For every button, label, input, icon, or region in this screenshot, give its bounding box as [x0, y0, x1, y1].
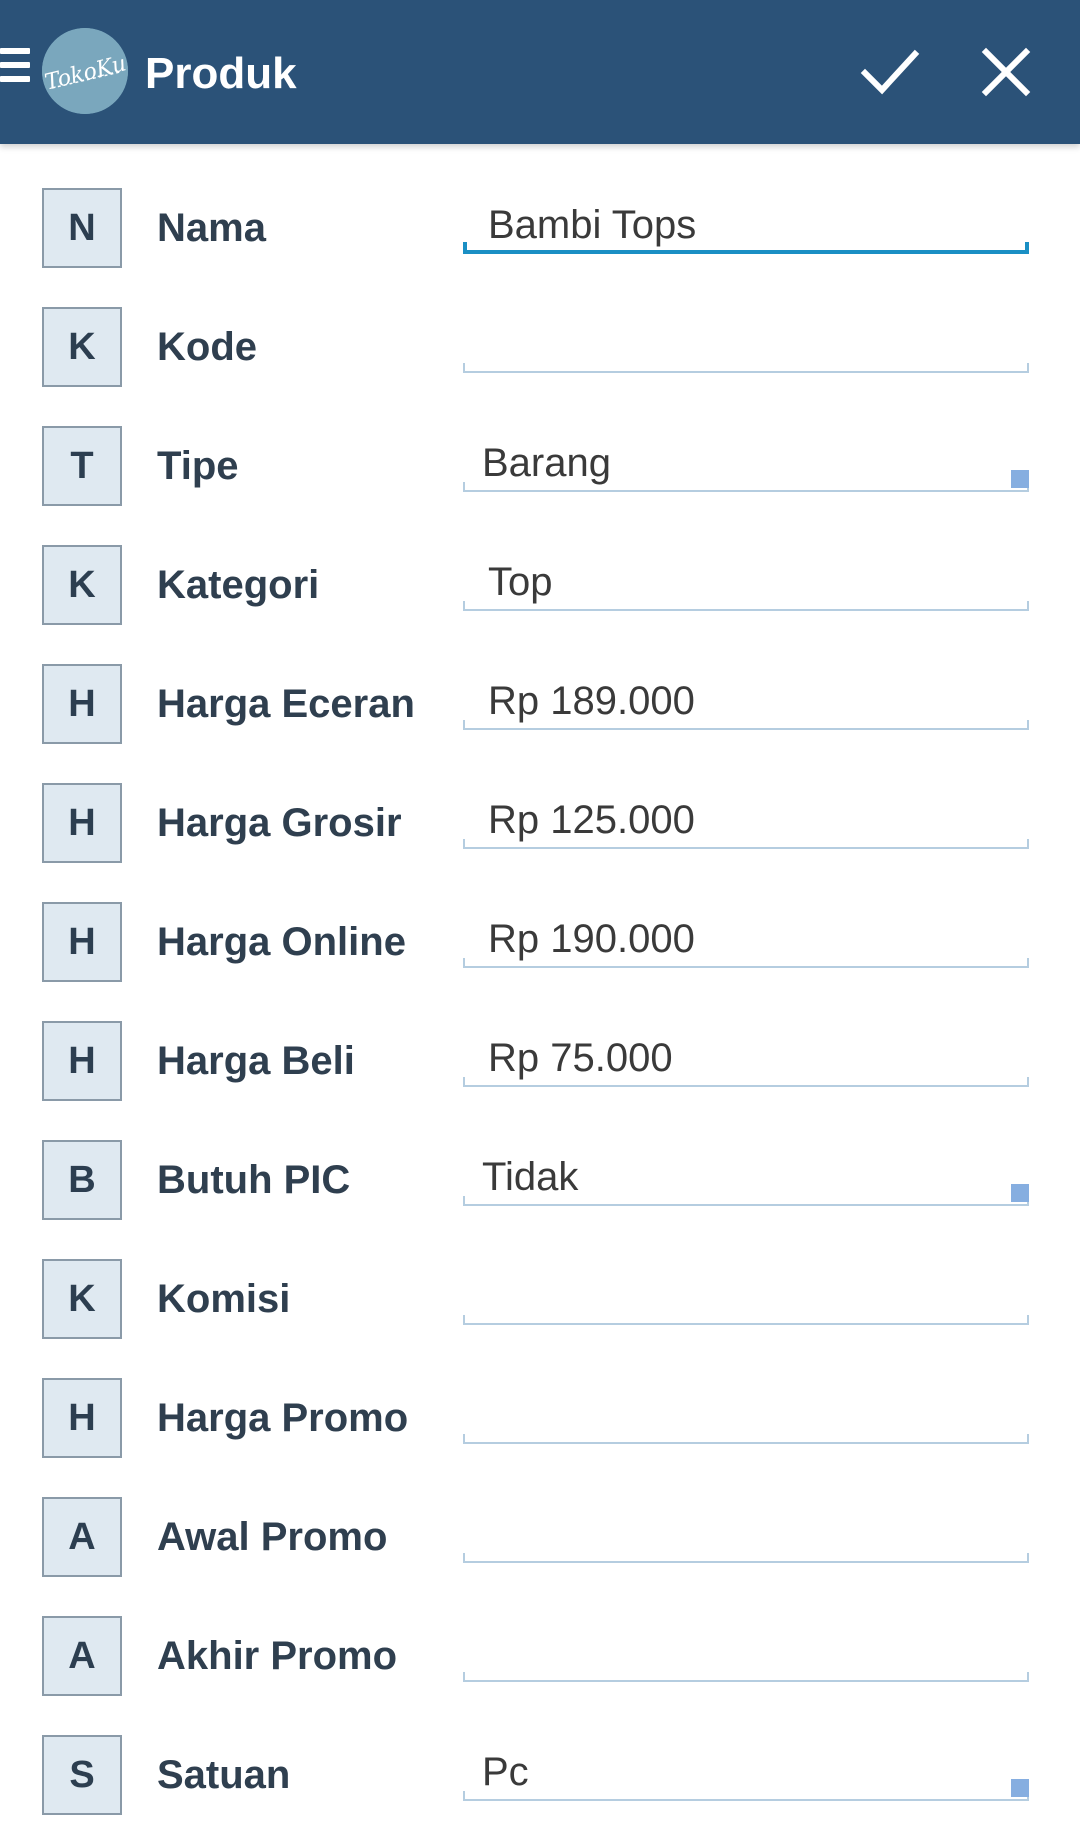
form-row-harga-grosir: H Harga Grosir Rp 125.000 — [0, 739, 1080, 863]
app-logo: TokoKu — [42, 28, 128, 114]
form-row-butuh-pic: B Butuh PIC Tidak — [0, 1096, 1080, 1220]
input-akhir-promo[interactable] — [463, 1628, 1029, 1682]
input-nama[interactable]: Bambi Tops — [463, 200, 1029, 254]
dropdown-indicator-icon — [1011, 1779, 1029, 1797]
field-underline — [463, 1434, 1029, 1444]
field-label-harga-eceran: Harga Eceran — [157, 682, 415, 726]
field-underline — [463, 839, 1029, 849]
input-komisi[interactable] — [463, 1271, 1029, 1325]
field-underline — [463, 482, 1029, 492]
field-label-butuh-pic: Butuh PIC — [157, 1158, 351, 1202]
field-value: Rp 189.000 — [488, 679, 695, 723]
dropdown-indicator-icon — [1011, 1184, 1029, 1202]
field-label-awal-promo: Awal Promo — [157, 1515, 388, 1559]
field-label-harga-beli: Harga Beli — [157, 1039, 355, 1083]
field-underline — [463, 1315, 1029, 1325]
field-underline — [463, 958, 1029, 968]
form-row-kategori: K Kategori Top — [0, 501, 1080, 625]
input-harga-eceran[interactable]: Rp 189.000 — [463, 676, 1029, 730]
field-initial-badge: K — [42, 545, 122, 625]
field-value: Bambi Tops — [488, 203, 697, 247]
field-underline — [463, 1077, 1029, 1087]
field-initial-badge: H — [42, 783, 122, 863]
field-label-harga-grosir: Harga Grosir — [157, 801, 402, 845]
field-value: Barang — [482, 441, 611, 485]
field-label-harga-online: Harga Online — [157, 920, 406, 964]
input-harga-beli[interactable]: Rp 75.000 — [463, 1033, 1029, 1087]
field-underline — [463, 242, 1029, 254]
field-initial-badge: H — [42, 1021, 122, 1101]
field-initial-badge: A — [42, 1497, 122, 1577]
field-initial-badge: T — [42, 426, 122, 506]
select-satuan[interactable]: Pc — [463, 1747, 1029, 1801]
field-underline — [463, 1672, 1029, 1682]
field-underline — [463, 720, 1029, 730]
check-icon — [860, 49, 920, 95]
app-bar: TokoKu Produk — [0, 0, 1080, 144]
form-row-harga-beli: H Harga Beli Rp 75.000 — [0, 977, 1080, 1101]
field-label-kategori: Kategori — [157, 563, 320, 607]
form-row-harga-eceran: H Harga Eceran Rp 189.000 — [0, 620, 1080, 744]
field-label-satuan: Satuan — [157, 1753, 291, 1797]
dropdown-indicator-icon — [1011, 470, 1029, 488]
form-row-akhir-promo: A Akhir Promo — [0, 1572, 1080, 1696]
form-row-harga-online: H Harga Online Rp 190.000 — [0, 858, 1080, 982]
field-label-kode: Kode — [157, 325, 257, 369]
field-underline — [463, 1196, 1029, 1206]
close-button[interactable] — [974, 40, 1038, 104]
page-title: Produk — [145, 49, 297, 98]
field-value: Rp 75.000 — [488, 1036, 673, 1080]
field-underline — [463, 1791, 1029, 1801]
field-label-akhir-promo: Akhir Promo — [157, 1634, 398, 1678]
input-harga-online[interactable]: Rp 190.000 — [463, 914, 1029, 968]
field-underline — [463, 601, 1029, 611]
input-harga-promo[interactable] — [463, 1390, 1029, 1444]
input-kategori[interactable]: Top — [463, 557, 1029, 611]
field-underline — [463, 1553, 1029, 1563]
field-value: Top — [488, 560, 553, 604]
form-row-kode: K Kode — [0, 263, 1080, 387]
field-initial-badge: H — [42, 1378, 122, 1458]
field-initial-badge: H — [42, 902, 122, 982]
field-initial-badge: K — [42, 1259, 122, 1339]
field-value: Rp 190.000 — [488, 917, 695, 961]
hamburger-icon[interactable] — [0, 48, 32, 92]
close-icon — [981, 47, 1031, 97]
product-form: N Nama Bambi Tops K Kode T Tipe Barang K Kategori… — [0, 144, 1080, 1845]
form-row-tipe: T Tipe Barang — [0, 382, 1080, 506]
field-label-komisi: Komisi — [157, 1277, 291, 1321]
select-butuh-pic[interactable]: Tidak — [463, 1152, 1029, 1206]
field-label-nama: Nama — [157, 206, 266, 250]
select-tipe[interactable]: Barang — [463, 438, 1029, 492]
input-awal-promo[interactable] — [463, 1509, 1029, 1563]
field-initial-badge: N — [42, 188, 122, 268]
field-initial-badge: H — [42, 664, 122, 744]
field-label-harga-promo: Harga Promo — [157, 1396, 409, 1440]
field-initial-badge: A — [42, 1616, 122, 1696]
field-value: Pc — [482, 1750, 529, 1794]
form-row-harga-promo: H Harga Promo — [0, 1334, 1080, 1458]
form-row-satuan: S Satuan Pc — [0, 1691, 1080, 1815]
field-initial-badge: K — [42, 307, 122, 387]
field-value: Rp 125.000 — [488, 798, 695, 842]
field-initial-badge: S — [42, 1735, 122, 1815]
form-row-komisi: K Komisi — [0, 1215, 1080, 1339]
form-row-nama: N Nama Bambi Tops — [0, 144, 1080, 268]
field-label-tipe: Tipe — [157, 444, 239, 488]
field-initial-badge: B — [42, 1140, 122, 1220]
field-underline — [463, 363, 1029, 373]
save-button[interactable] — [858, 40, 922, 104]
field-value: Tidak — [482, 1155, 579, 1199]
form-row-awal-promo: A Awal Promo — [0, 1453, 1080, 1577]
input-harga-grosir[interactable]: Rp 125.000 — [463, 795, 1029, 849]
input-kode[interactable] — [463, 319, 1029, 373]
